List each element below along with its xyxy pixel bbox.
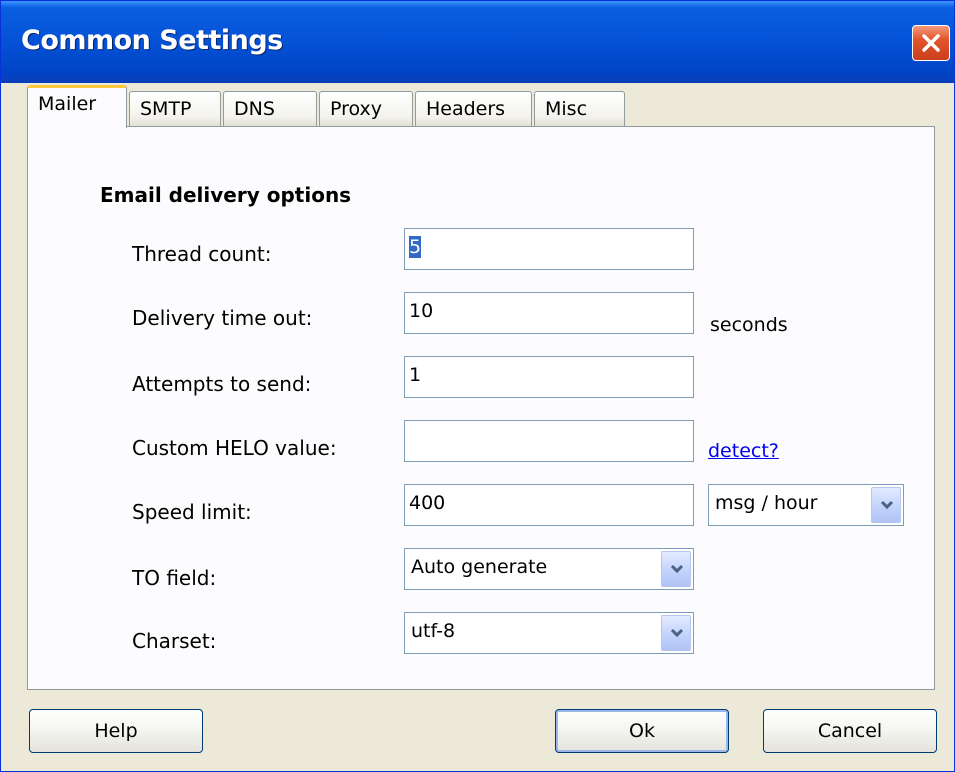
common-settings-dialog: Common Settings Mailer SMTP DNS Proxy He… bbox=[0, 0, 955, 772]
tab-label: Misc bbox=[545, 98, 588, 120]
charset-label: Charset: bbox=[132, 629, 217, 653]
dropdown-button[interactable] bbox=[661, 551, 691, 587]
tab-headers[interactable]: Headers bbox=[415, 91, 532, 126]
attempts-label: Attempts to send: bbox=[132, 372, 312, 396]
thread-count-input[interactable]: 5 bbox=[404, 228, 694, 270]
cancel-button[interactable]: Cancel bbox=[763, 709, 937, 753]
chevron-down-icon bbox=[670, 628, 684, 638]
tab-proxy[interactable]: Proxy bbox=[319, 91, 413, 126]
dropdown-button[interactable] bbox=[871, 487, 901, 523]
chevron-down-icon bbox=[670, 564, 684, 574]
delivery-timeout-label: Delivery time out: bbox=[132, 306, 313, 330]
helo-input[interactable] bbox=[404, 420, 694, 462]
delivery-timeout-input[interactable]: 10 bbox=[404, 292, 694, 334]
tab-label: DNS bbox=[234, 98, 275, 120]
to-field-value: Auto generate bbox=[411, 556, 548, 578]
charset-value: utf-8 bbox=[411, 620, 456, 642]
attempts-value: 1 bbox=[409, 364, 422, 386]
close-button[interactable] bbox=[912, 25, 950, 61]
help-button[interactable]: Help bbox=[29, 709, 203, 753]
tab-label: SMTP bbox=[140, 98, 192, 120]
tab-label: Headers bbox=[426, 98, 506, 120]
delivery-timeout-value: 10 bbox=[409, 300, 434, 322]
speed-limit-input[interactable]: 400 bbox=[404, 484, 694, 526]
dropdown-button[interactable] bbox=[661, 615, 691, 651]
charset-select[interactable]: utf-8 bbox=[404, 612, 694, 654]
tab-mailer[interactable]: Mailer bbox=[27, 85, 127, 128]
tab-misc[interactable]: Misc bbox=[534, 91, 625, 126]
window-title: Common Settings bbox=[21, 25, 283, 56]
thread-count-value: 5 bbox=[409, 236, 422, 258]
speed-unit-value: msg / hour bbox=[715, 492, 818, 514]
speed-limit-value: 400 bbox=[409, 492, 446, 514]
detect-helo-link[interactable]: detect? bbox=[708, 440, 779, 462]
to-field-select[interactable]: Auto generate bbox=[404, 548, 694, 590]
tab-smtp[interactable]: SMTP bbox=[129, 91, 221, 126]
section-title: Email delivery options bbox=[100, 183, 352, 207]
thread-count-label: Thread count: bbox=[132, 242, 272, 266]
title-bar[interactable]: Common Settings bbox=[1, 1, 954, 83]
delivery-timeout-unit: seconds bbox=[710, 314, 788, 336]
ok-button[interactable]: Ok bbox=[555, 709, 729, 753]
helo-label: Custom HELO value: bbox=[132, 436, 337, 460]
mailer-tab-panel: Email delivery options Thread count: 5 D… bbox=[27, 126, 935, 690]
tab-label: Proxy bbox=[330, 98, 383, 120]
speed-unit-select[interactable]: msg / hour bbox=[708, 484, 904, 526]
speed-limit-label: Speed limit: bbox=[132, 500, 252, 524]
tab-label: Mailer bbox=[38, 93, 97, 115]
close-icon bbox=[922, 34, 940, 52]
attempts-input[interactable]: 1 bbox=[404, 356, 694, 398]
chevron-down-icon bbox=[880, 500, 894, 510]
to-field-label: TO field: bbox=[132, 566, 217, 590]
tab-dns[interactable]: DNS bbox=[223, 91, 317, 126]
